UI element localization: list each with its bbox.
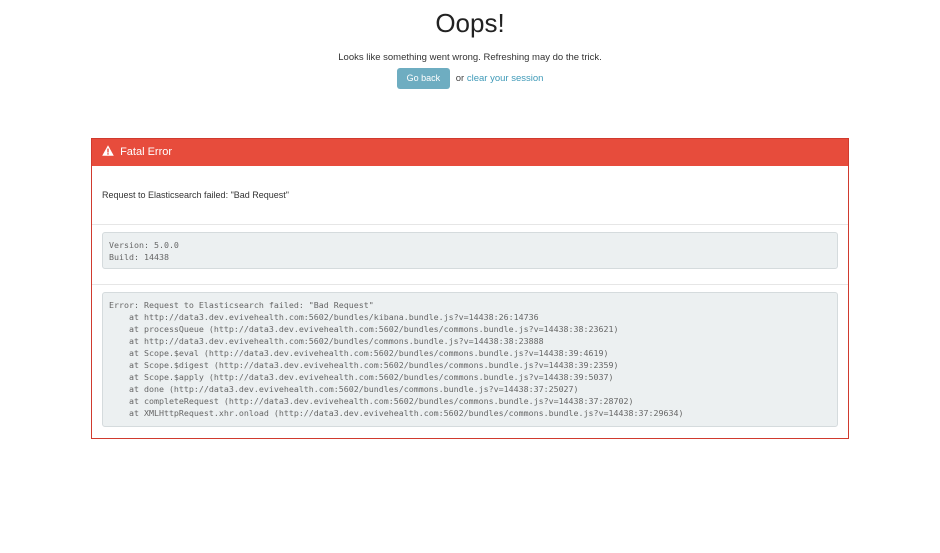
error-subtitle: Looks like something went wrong. Refresh… <box>338 52 602 63</box>
or-text: or <box>455 73 465 85</box>
panel-heading-text: Fatal Error <box>120 146 173 158</box>
stack-trace: Error: Request to Elasticsearch failed: … <box>102 292 838 427</box>
warning-icon <box>102 145 114 156</box>
fatal-error-panel: Fatal Error Request to Elasticsearch fai… <box>91 138 849 439</box>
clear-session-link[interactable]: clear your session <box>467 73 544 84</box>
version-section: Version: 5.0.0 Build: 14438 <box>92 225 848 285</box>
panel-heading: Fatal Error <box>92 139 848 166</box>
version-info: Version: 5.0.0 Build: 14438 <box>102 232 838 269</box>
page-title: Oops! <box>435 8 505 38</box>
error-header: Oops! Looks like something went wrong. R… <box>0 0 940 90</box>
recovery-actions: Go back or clear your session <box>0 68 940 90</box>
stack-trace-section: Error: Request to Elasticsearch failed: … <box>92 285 848 427</box>
go-back-button[interactable]: Go back <box>396 68 451 89</box>
error-message: Request to Elasticsearch failed: "Bad Re… <box>92 166 848 225</box>
